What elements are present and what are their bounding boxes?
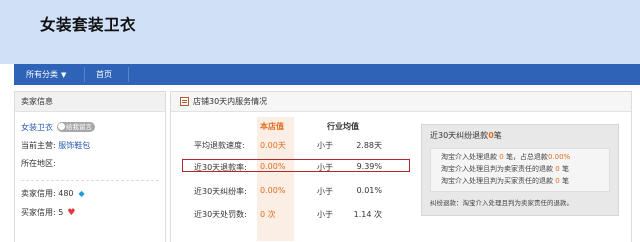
refund-rate-highlight-box [182, 159, 410, 172]
service-panel-header: 店铺30天内服务情况 [171, 92, 631, 112]
seller-credit-value: 480 [58, 189, 74, 198]
avg-refund-speed-shop: 0.00天 [260, 141, 286, 150]
leave-message-button[interactable]: 给我留言 [57, 122, 95, 132]
seller-info-divider [21, 180, 159, 181]
dispute-footnote: 纠纷退款：淘宝介入处理且判为卖家责任的退款。 [430, 199, 573, 207]
seller-info-title: 卖家信息 [21, 97, 53, 106]
seller-name-link[interactable]: 女装卫衣 [21, 123, 53, 132]
dispute-line2-unit: 笔 [561, 165, 569, 173]
location-row: 所在地区: [21, 158, 56, 169]
nav-home[interactable]: 首页 [96, 64, 112, 85]
message-icon [58, 123, 65, 130]
dispute-line3-text: 淘宝介入处理且判为买家责任的退款 [441, 177, 553, 185]
dispute-line-intervened: 淘宝介入处理退款 0 笔，占总退款0.00% [441, 152, 570, 162]
shop-value-column [257, 117, 294, 241]
main-category-link[interactable]: 服饰鞋包 [58, 141, 90, 150]
dispute-line1-pct: 0.00% [547, 153, 571, 161]
avg-refund-speed-industry: 2.88天 [356, 141, 382, 150]
shop-title: 女装套装卫衣 [40, 16, 137, 34]
dispute-rate-shop: 0.00% [260, 186, 286, 195]
penalty-count-label: 近30天处罚数: [194, 210, 247, 219]
shop-value-header: 本店值 [260, 122, 284, 131]
dispute-summary-box: 近30天纠纷退款0笔 淘宝介入处理退款 0 笔，占总退款0.00% 淘宝介入处理… [421, 124, 619, 216]
dispute-line1-mid: 笔，占总退款 [505, 153, 548, 161]
dispute-summary-title: 近30天纠纷退款0笔 [430, 130, 502, 141]
penalty-count-industry: 1.14 次 [353, 210, 382, 219]
shop-header: 女装套装卫衣 [0, 0, 640, 64]
nav-divider [128, 67, 129, 82]
seller-info-panel: 卖家信息 女装卫衣 给我留言 当前主营: 服饰鞋包 所在地区: 卖家信用: 480… [14, 91, 166, 242]
document-icon [180, 97, 189, 106]
dispute-line-seller-fault: 淘宝介入处理且判为卖家责任的退款 0 笔 [441, 164, 569, 174]
dispute-line1-text: 淘宝介入处理退款 [441, 153, 497, 161]
leave-message-label: 给我留言 [66, 123, 92, 131]
dispute-title-text: 近30天纠纷退款 [430, 131, 489, 140]
location-label: 所在地区: [21, 159, 56, 168]
main-category-row: 当前主营: 服饰鞋包 [21, 140, 90, 151]
dispute-title-unit: 笔 [493, 131, 502, 140]
dispute-detail-box: 淘宝介入处理退款 0 笔，占总退款0.00% 淘宝介入处理且判为卖家责任的退款 … [430, 148, 610, 192]
triangle-down-icon: ▼ [61, 71, 67, 79]
dispute-rate-label: 近30天纠纷率: [194, 187, 247, 196]
nav-divider [84, 67, 85, 82]
dispute-rate-industry: 0.01% [356, 186, 382, 195]
dispute-line3-count: 0 [555, 177, 560, 185]
seller-info-header: 卖家信息 [15, 92, 165, 112]
diamond-icon[interactable]: ◆ [79, 189, 85, 198]
dispute-rate-compare: 小于 [317, 187, 333, 196]
dispute-line1-count: 0 [499, 153, 504, 161]
buyer-credit-row: 买家信用: 5 ♥ [21, 207, 75, 218]
avg-refund-speed-label: 平均退款速度: [194, 141, 245, 150]
dispute-line3-unit: 笔 [561, 177, 569, 185]
penalty-count-shop: 0 次 [260, 210, 276, 219]
penalty-count-compare: 小于 [317, 210, 333, 219]
seller-credit-label: 卖家信用: [21, 189, 56, 198]
industry-average-header: 行业均值 [327, 122, 359, 131]
buyer-credit-value: 5 [58, 208, 64, 217]
navbar: 所有分类 ▼ 首页 [14, 64, 640, 85]
nav-all-categories[interactable]: 所有分类 ▼ [26, 64, 66, 85]
heart-icon[interactable]: ♥ [67, 208, 75, 218]
seller-name-row: 女装卫衣 给我留言 [21, 122, 95, 133]
dispute-line2-text: 淘宝介入处理且判为卖家责任的退款 [441, 165, 553, 173]
dispute-line-buyer-fault: 淘宝介入处理且判为买家责任的退款 0 笔 [441, 176, 569, 186]
seller-credit-row: 卖家信用: 480 ◆ [21, 188, 85, 199]
buyer-credit-label: 买家信用: [21, 208, 56, 217]
nav-all-categories-label: 所有分类 [26, 70, 58, 79]
main-category-label: 当前主营: [21, 141, 56, 150]
service-panel-title: 店铺30天内服务情况 [193, 97, 268, 106]
avg-refund-speed-compare: 小于 [317, 141, 333, 150]
dispute-line2-count: 0 [555, 165, 560, 173]
